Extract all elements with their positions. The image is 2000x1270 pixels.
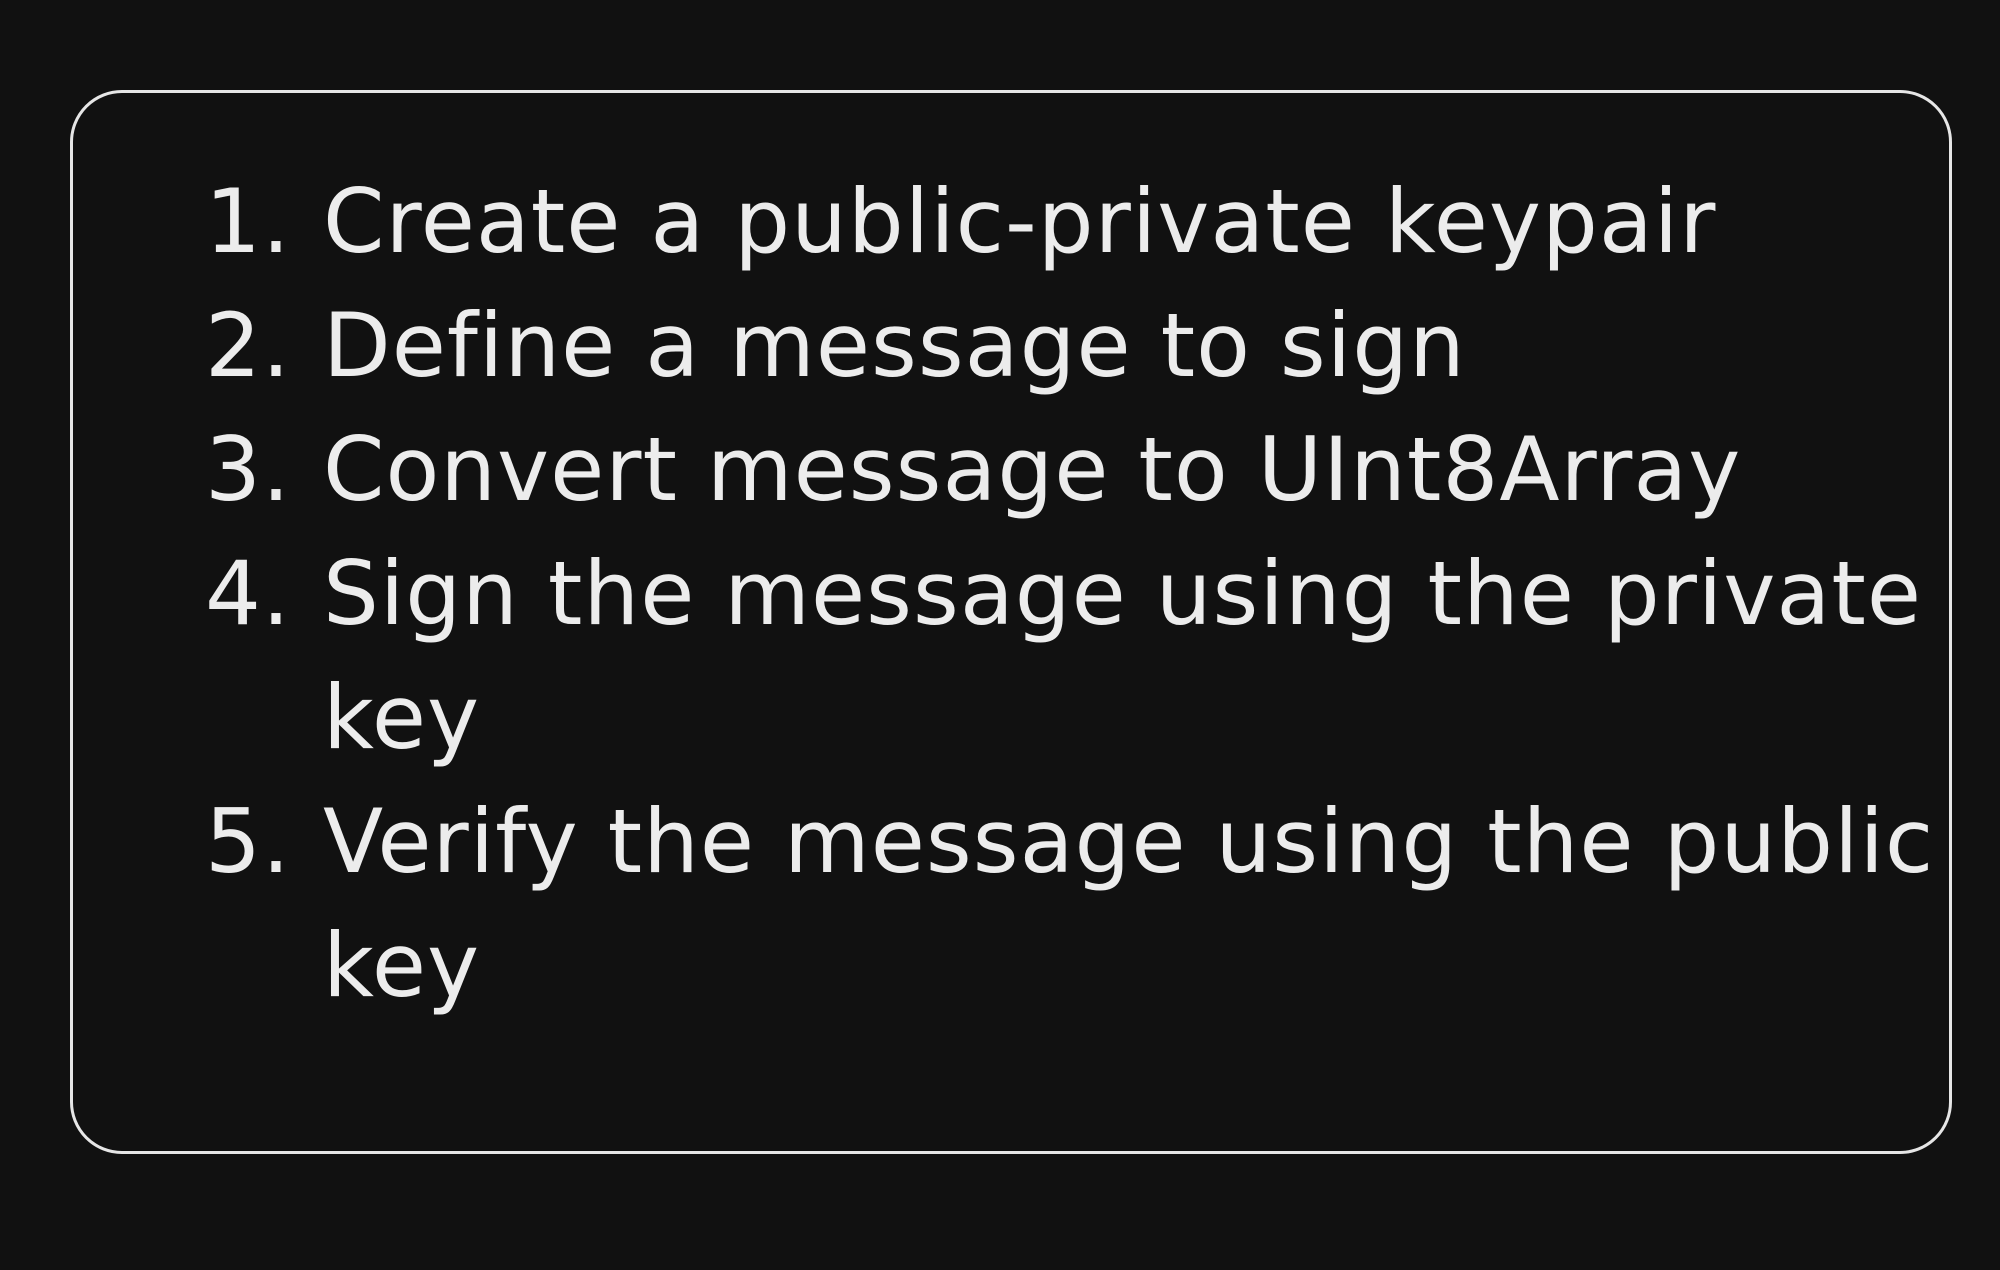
diagram-canvas: 1. Create a public-private keypair 2. De… [0,0,2000,1270]
step-number: 1. [205,170,291,273]
step-number: 2. [205,294,291,397]
step-text: Sign the message using the private key [323,542,1922,769]
step-number: 3. [205,418,291,521]
step-3: 3. Convert message to UInt8Array [205,408,1945,532]
step-text: Convert message to UInt8Array [323,418,1742,521]
step-5: 5. Verify the message using the public k… [205,780,1945,1028]
step-text: Create a public-private keypair [323,170,1717,273]
step-number: 4. [205,542,291,645]
step-text: Define a message to sign [323,294,1466,397]
step-2: 2. Define a message to sign [205,284,1945,408]
step-4: 4. Sign the message using the private ke… [205,532,1945,780]
step-1: 1. Create a public-private keypair [205,160,1945,284]
step-number: 5. [205,790,291,893]
step-text: Verify the message using the public key [323,790,1935,1017]
steps-list: 1. Create a public-private keypair 2. De… [205,160,1945,1028]
